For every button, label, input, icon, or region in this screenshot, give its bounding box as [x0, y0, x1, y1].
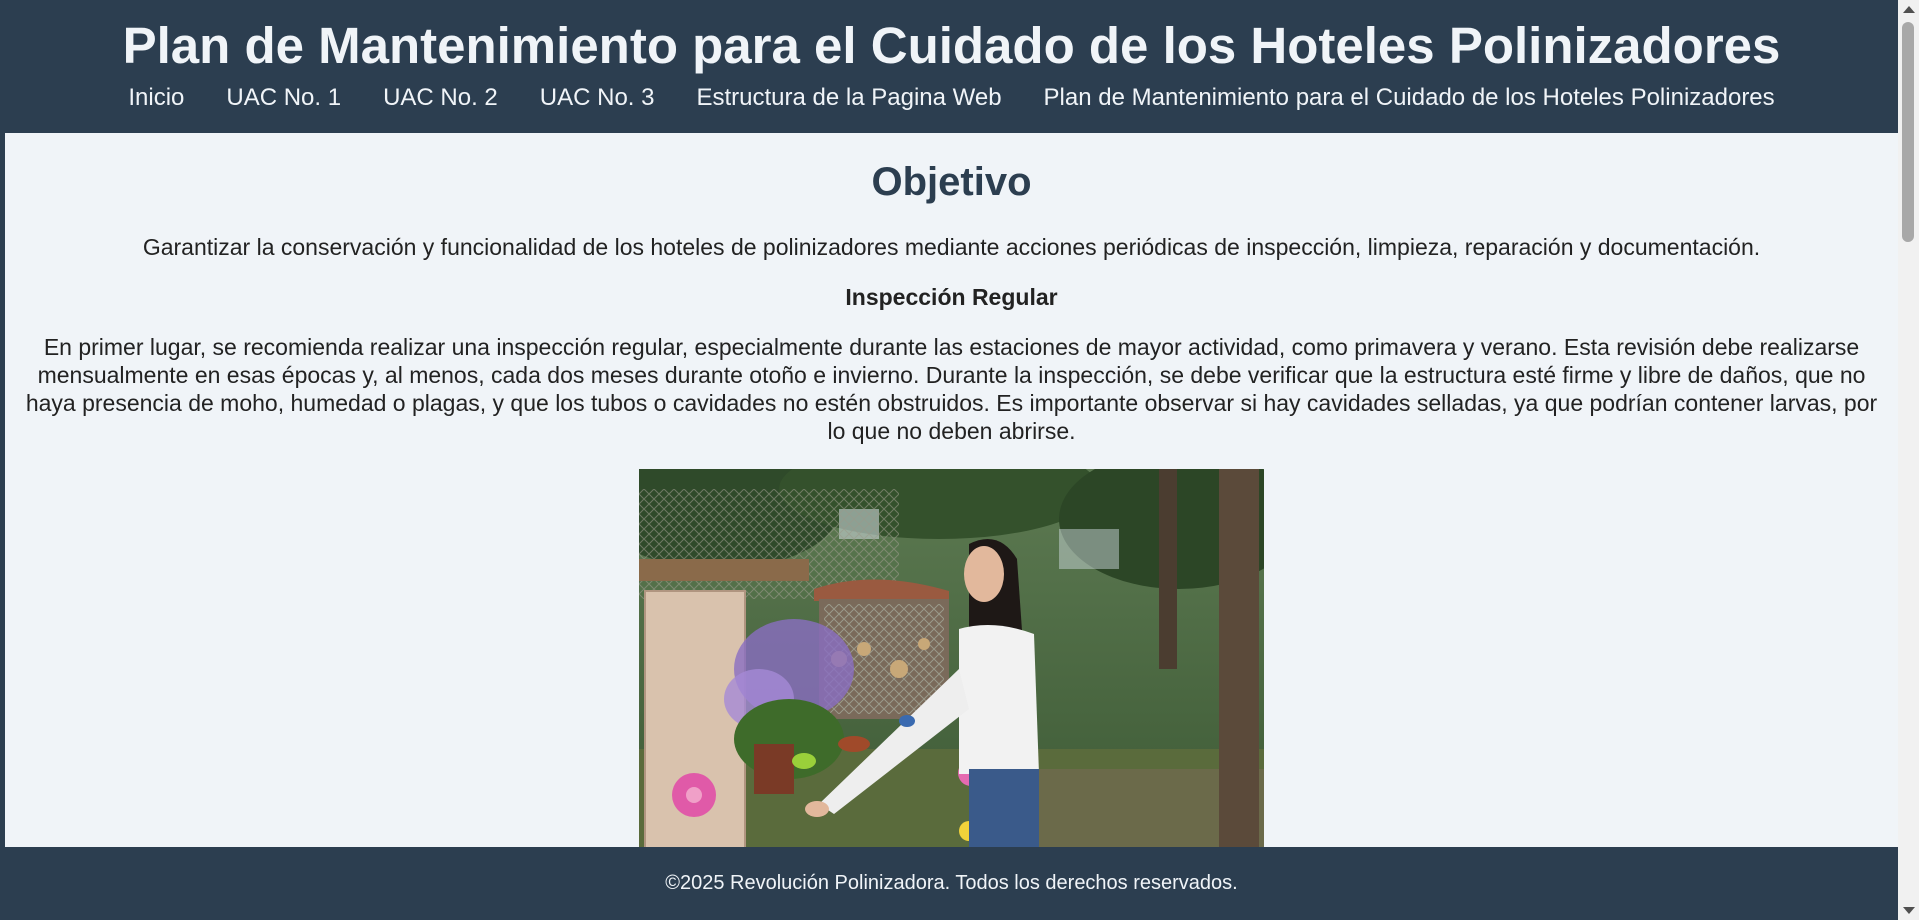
nav-link-estructura[interactable]: Estructura de la Pagina Web: [675, 83, 1022, 113]
scroll-down-arrow-icon[interactable]: [1903, 907, 1915, 914]
nav-link-uac-2[interactable]: UAC No. 2: [362, 83, 519, 113]
footer-copyright: ©2025 Revolución Polinizadora. Todos los…: [665, 872, 1238, 894]
scroll-up-arrow-icon[interactable]: [1903, 6, 1915, 13]
vertical-scrollbar[interactable]: [1898, 0, 1919, 920]
nav-link-uac-3[interactable]: UAC No. 3: [519, 83, 676, 113]
page: Plan de Mantenimiento para el Cuidado de…: [0, 0, 1898, 920]
nav-link-inicio[interactable]: Inicio: [107, 83, 205, 113]
pollinator-hotel-photo: [639, 469, 1264, 847]
main-nav: Inicio UAC No. 1 UAC No. 2 UAC No. 3 Est…: [5, 83, 1898, 113]
site-footer: ©2025 Revolución Polinizadora. Todos los…: [5, 847, 1898, 920]
section-title: Objetivo: [871, 160, 1032, 204]
nav-link-uac-1[interactable]: UAC No. 1: [205, 83, 362, 113]
nav-link-plan-mantenimiento[interactable]: Plan de Mantenimiento para el Cuidado de…: [1023, 83, 1796, 113]
main-content: Objetivo Garantizar la conservación y fu…: [5, 133, 1898, 847]
inspection-paragraph: En primer lugar, se recomienda realizar …: [25, 334, 1878, 444]
inspection-subheading: Inspección Regular: [845, 284, 1058, 310]
site-header: Plan de Mantenimiento para el Cuidado de…: [5, 0, 1898, 133]
objective-text: Garantizar la conservación y funcionalid…: [142, 234, 1761, 260]
scroll-thumb[interactable]: [1902, 22, 1914, 242]
site-title: Plan de Mantenimiento para el Cuidado de…: [122, 17, 1781, 74]
